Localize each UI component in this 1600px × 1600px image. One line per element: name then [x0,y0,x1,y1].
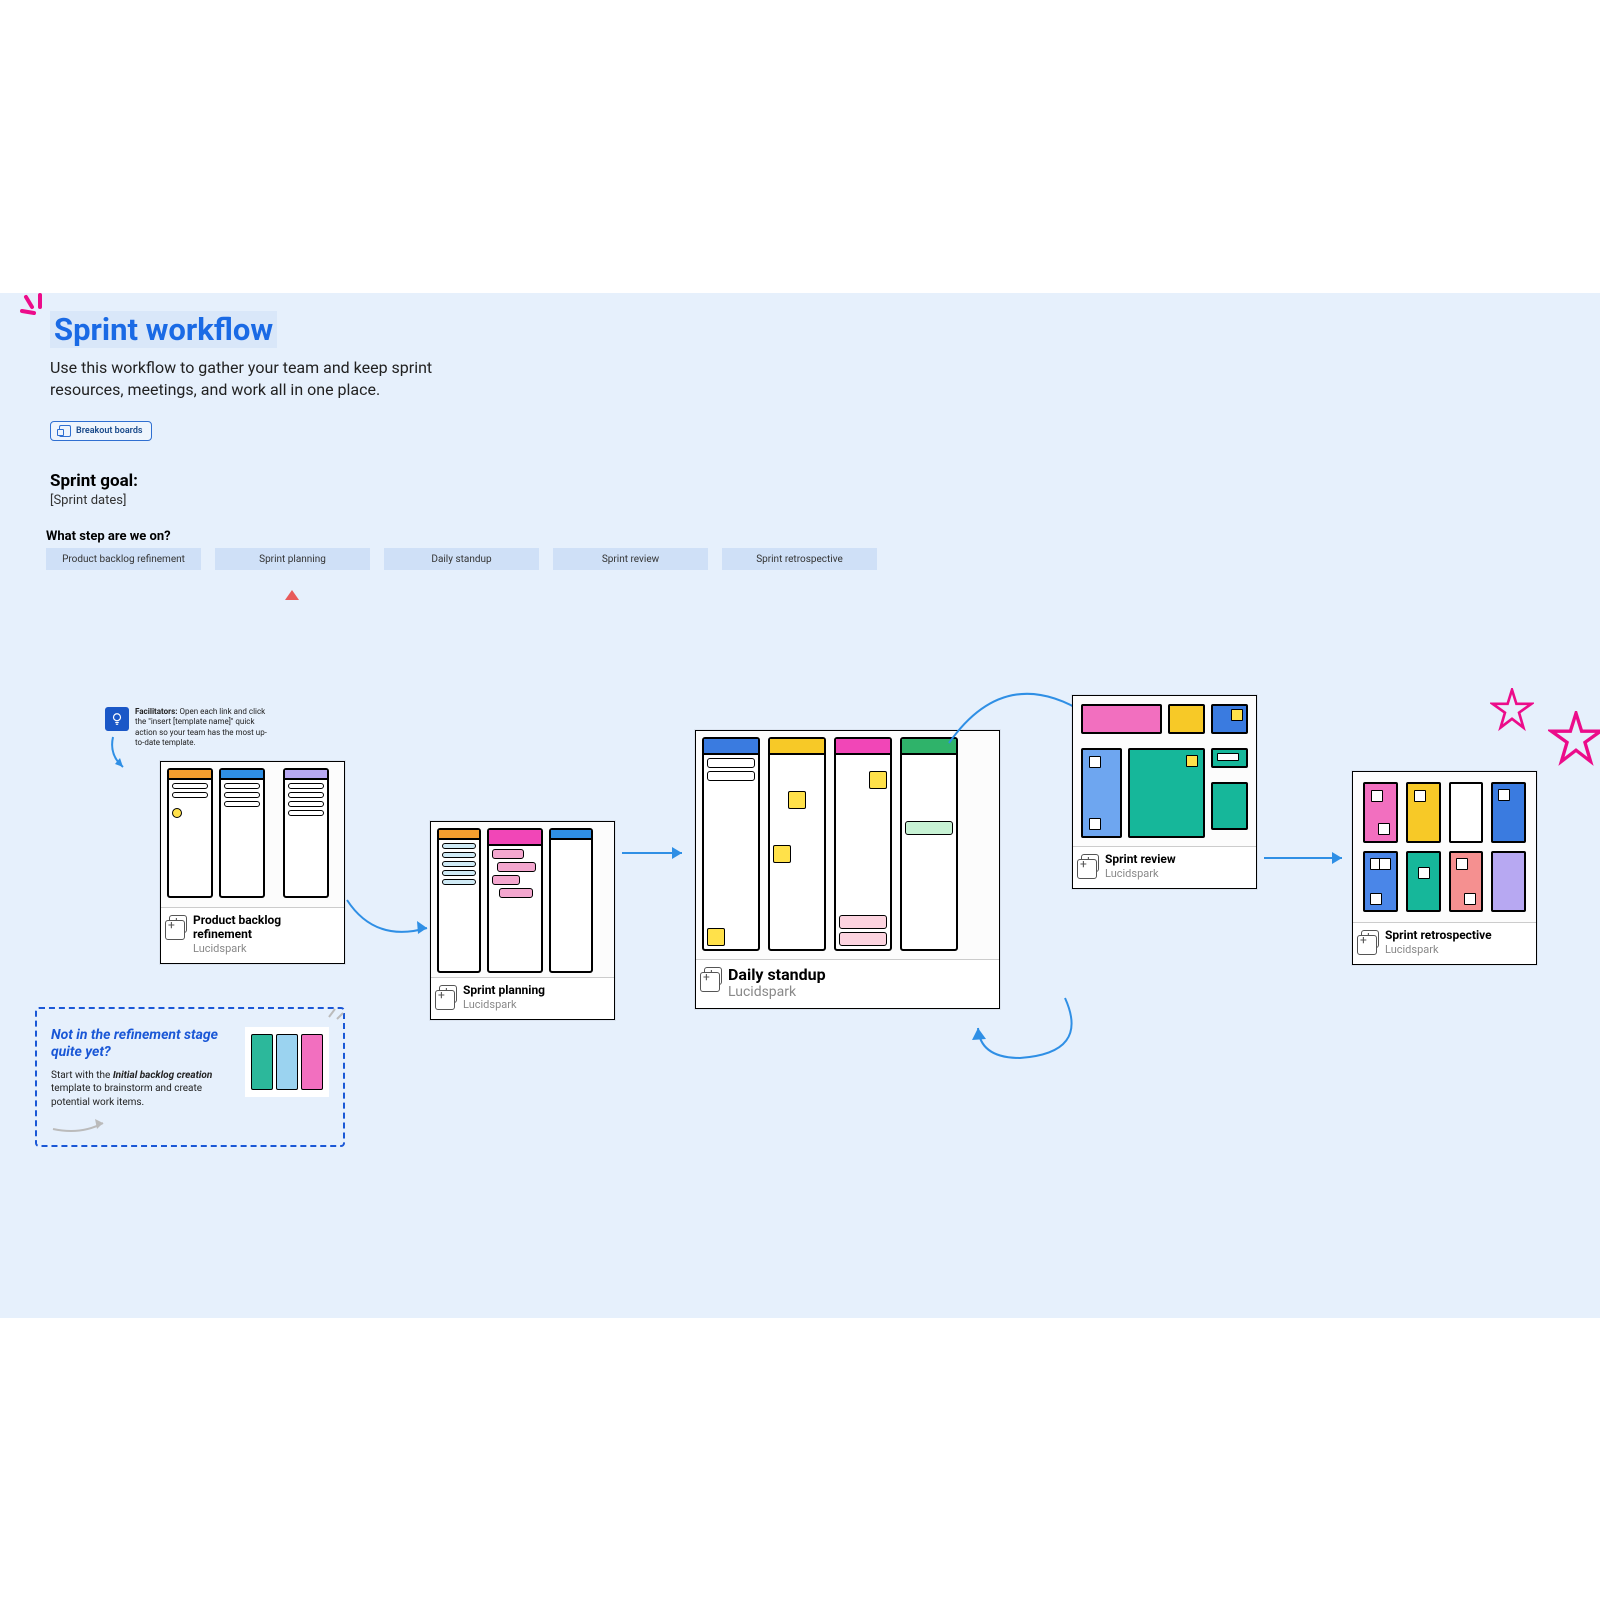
breakout-label: Breakout boards [76,426,143,436]
card-sprint-planning[interactable]: + Sprint planningLucidspark [430,821,615,1020]
card-backlog-refinement[interactable]: + Product backlog refinementLucidspark [160,761,345,964]
workflow-canvas[interactable]: Sprint workflow Use this workflow to gat… [0,293,1600,1318]
add-template-icon: + [704,967,722,985]
star-icon [1490,688,1534,736]
step-sprint-planning[interactable]: Sprint planning [215,548,370,570]
page-subtitle: Use this workflow to gather your team an… [50,357,490,402]
step-backlog-refinement[interactable]: Product backlog refinement [46,548,201,570]
card-sprint-retrospective[interactable]: + Sprint retrospectiveLucidspark [1352,771,1537,965]
card-sprint-review[interactable]: + Sprint reviewLucidspark [1072,695,1257,889]
breakout-icon [59,425,71,437]
star-icon [1548,711,1600,771]
page-title: Sprint workflow [50,311,277,348]
add-template-icon: + [439,985,457,1003]
step-tabs: Product backlog refinement Sprint planni… [46,548,877,570]
arrow-icon [620,843,692,863]
accent-burst-icon [20,293,54,325]
card-daily-standup[interactable]: + Daily standupLucidspark [695,730,1000,1009]
card-thumbnail [161,762,344,907]
arrow-self-loop-icon [970,993,1080,1073]
add-template-icon: + [1361,930,1379,948]
facilitator-arrow-icon [105,735,135,775]
corner-accent-icon [325,1001,347,1023]
breakout-boards-button[interactable]: Breakout boards [50,421,152,441]
helpbox-body: Start with the Initial backlog creation … [51,1069,235,1110]
sprint-goal-heading: Sprint goal: [50,471,138,491]
lightbulb-icon [105,707,129,731]
add-template-icon: + [1081,854,1099,872]
step-sprint-review[interactable]: Sprint review [553,548,708,570]
helpbox-thumbnail [245,1027,329,1097]
helpbox-arrow-icon [51,1115,111,1135]
arrow-icon [345,898,435,948]
helpbox-title: Not in the refinement stage quite yet? [51,1027,235,1061]
arrow-icon [1262,848,1352,868]
step-sprint-retrospective[interactable]: Sprint retrospective [722,548,877,570]
card-thumbnail [696,731,999,959]
card-thumbnail [1073,696,1256,846]
card-thumbnail [1353,772,1536,922]
card-thumbnail [431,822,614,977]
step-daily-standup[interactable]: Daily standup [384,548,539,570]
add-template-icon: + [169,915,187,933]
step-heading: What step are we on? [46,529,171,544]
helpbox-initial-backlog[interactable]: Not in the refinement stage quite yet? S… [35,1007,345,1147]
sprint-dates: [Sprint dates] [50,493,126,508]
current-step-indicator[interactable] [285,590,299,600]
